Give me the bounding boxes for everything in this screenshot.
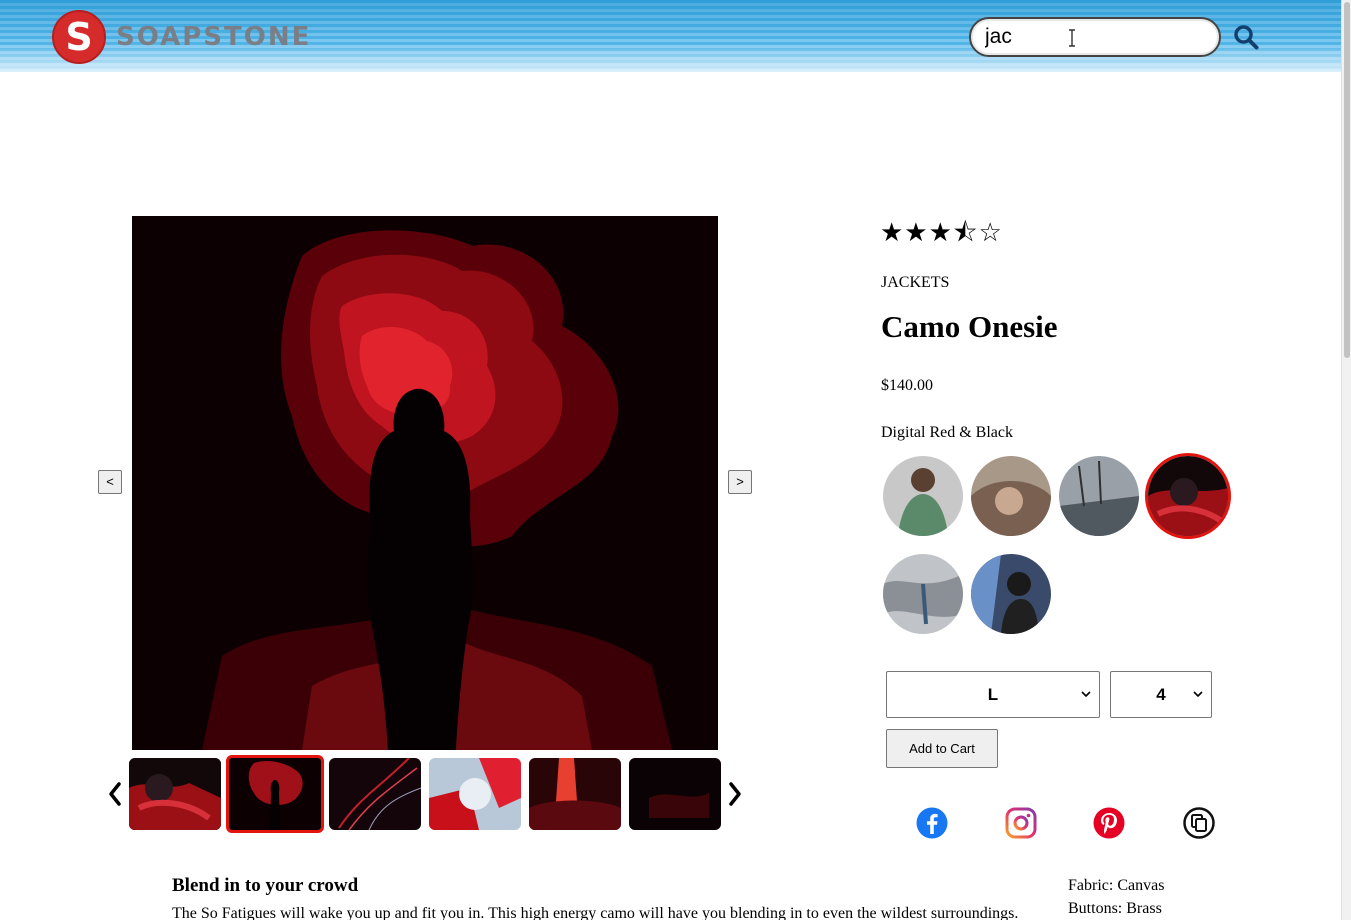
style-swatch-4[interactable] [1145,453,1231,539]
search-icon[interactable] [1233,24,1259,50]
style-swatch-2[interactable] [971,456,1051,536]
site-header: S SOAPSTONE [0,0,1341,72]
logo-text[interactable]: SOAPSTONE [116,22,311,52]
search-input[interactable] [969,17,1221,57]
description-body: The So Fatigues will wake you up and fit… [172,905,1019,920]
style-swatch-1[interactable] [883,456,963,536]
copy-link-icon[interactable] [1183,807,1215,839]
product-category: JACKETS [881,274,950,291]
main-image-graphic [132,216,718,750]
size-select[interactable]: L [886,671,1100,718]
thumbnails-left-arrow-icon[interactable] [106,780,124,808]
pinterest-icon[interactable] [1093,807,1125,839]
logo-icon[interactable]: S [52,10,106,64]
instagram-icon[interactable] [1005,807,1037,839]
image-prev-button[interactable]: < [98,470,122,494]
product-title: Camo Onesie [881,309,1058,344]
selected-style-name: Digital Red & Black [881,424,1013,441]
add-to-cart-button[interactable]: Add to Cart [886,729,998,768]
quantity-select[interactable]: 4 [1110,671,1212,718]
thumbnails-right-arrow-icon[interactable] [726,780,744,808]
style-swatch-5[interactable] [883,554,963,634]
chevron-down-icon [1193,691,1203,698]
facebook-icon[interactable] [916,807,948,839]
thumbnail-2[interactable] [226,755,324,833]
scrollbar-thumb[interactable] [1344,2,1350,358]
style-swatch-3[interactable] [1059,456,1139,536]
chevron-down-icon [1081,691,1091,698]
thumbnail-4[interactable] [429,758,521,830]
text-cursor-icon [1069,29,1075,47]
description-heading: Blend in to your crowd [172,875,359,896]
image-next-button[interactable]: > [728,470,752,494]
thumbnail-3[interactable] [329,758,421,830]
rating-stars[interactable]: ★★★⯪☆ [880,214,1003,258]
main-product-image[interactable] [132,216,718,750]
style-swatch-6[interactable] [971,554,1051,634]
thumbnail-6[interactable] [629,758,721,830]
size-select-value: L [987,684,999,704]
feature-fabric: Fabric: Canvas [1068,877,1165,894]
quantity-select-value: 4 [1156,684,1166,704]
thumbnail-5[interactable] [529,758,621,830]
page-scrollbar[interactable] [1341,0,1351,920]
product-price: $140.00 [881,377,933,394]
logo-letter: S [65,15,93,59]
thumbnail-1[interactable] [129,758,221,830]
feature-buttons: Buttons: Brass [1068,900,1162,917]
